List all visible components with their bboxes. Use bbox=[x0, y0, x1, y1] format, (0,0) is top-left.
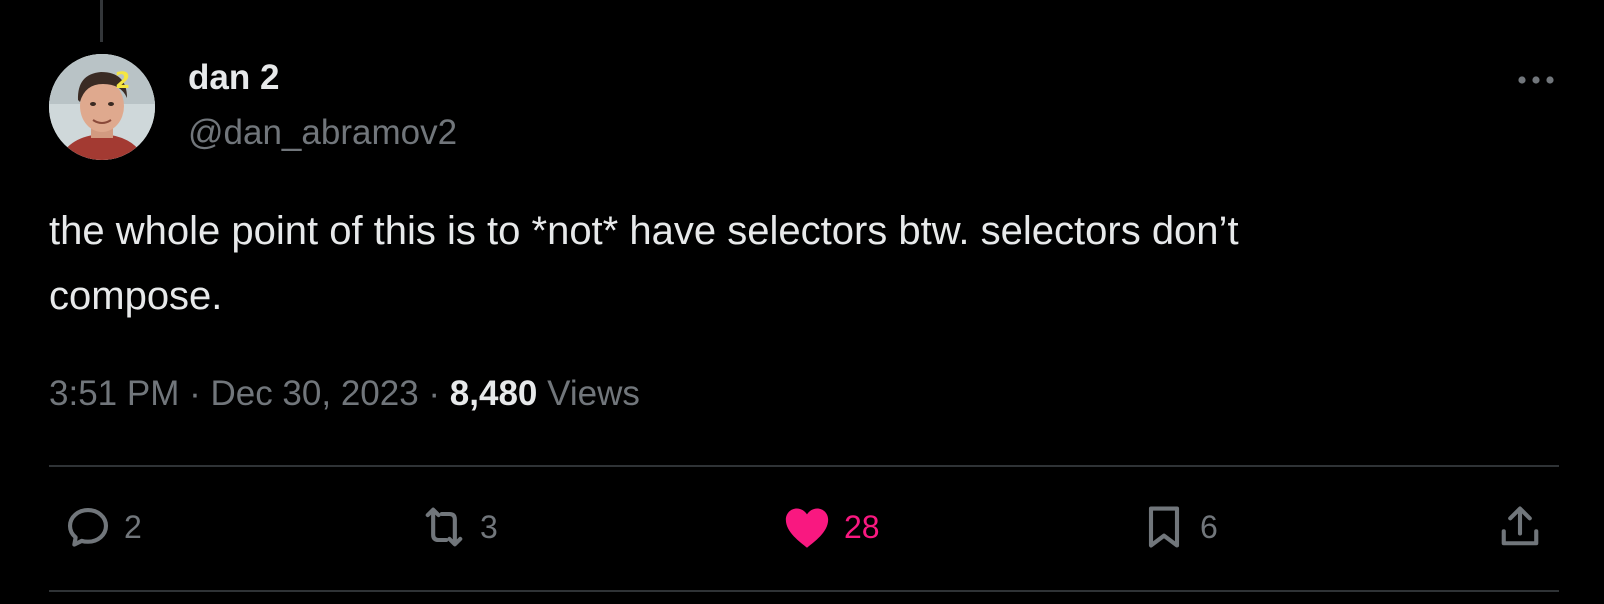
reply-count: 2 bbox=[124, 508, 142, 545]
bookmark-icon bbox=[1148, 506, 1180, 548]
more-icon bbox=[1518, 76, 1554, 84]
meta-separator: · bbox=[179, 374, 211, 413]
retweet-icon bbox=[425, 507, 463, 547]
author-display-name[interactable]: dan 2 bbox=[188, 56, 279, 100]
reply-button[interactable]: 2 bbox=[62, 502, 142, 552]
reply-icon bbox=[67, 508, 109, 547]
heart-icon bbox=[785, 508, 829, 548]
tweet-text: the whole point of this is to *not* have… bbox=[49, 209, 1239, 318]
tweet-date[interactable]: Dec 30, 2023 bbox=[210, 374, 418, 413]
share-button[interactable] bbox=[1494, 502, 1546, 552]
share-icon bbox=[1501, 506, 1539, 546]
more-options-button[interactable] bbox=[1509, 62, 1563, 98]
bookmark-button[interactable]: 6 bbox=[1138, 502, 1218, 552]
tweet-time[interactable]: 3:51 PM bbox=[49, 374, 179, 413]
retweet-button[interactable]: 3 bbox=[418, 502, 498, 552]
retweet-count: 3 bbox=[480, 508, 498, 545]
like-count: 28 bbox=[844, 508, 880, 545]
avatar-photo: 2 bbox=[49, 54, 155, 160]
views-label: Views bbox=[537, 374, 640, 413]
avatar-badge: 2 bbox=[115, 69, 130, 94]
divider-top bbox=[49, 465, 1559, 467]
bookmark-count: 6 bbox=[1200, 508, 1218, 545]
avatar[interactable]: 2 bbox=[49, 54, 155, 160]
like-button[interactable]: 28 bbox=[780, 502, 880, 552]
tweet-metadata: 3:51 PM · Dec 30, 2023 · 8,480 Views bbox=[49, 372, 640, 416]
thread-connector-line bbox=[100, 0, 103, 42]
views-count: 8,480 bbox=[449, 374, 538, 413]
divider-bottom bbox=[49, 590, 1559, 592]
meta-separator: · bbox=[418, 374, 450, 413]
author-handle[interactable]: @dan_abramov2 bbox=[188, 111, 457, 155]
